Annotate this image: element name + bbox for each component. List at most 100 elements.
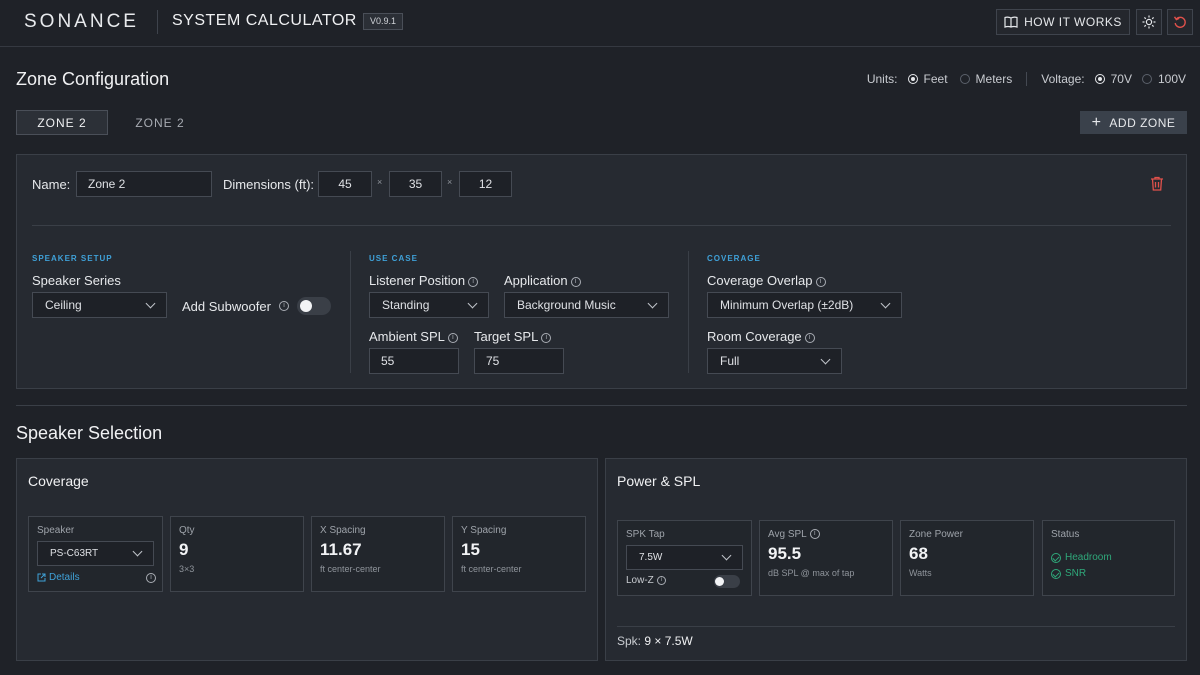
tab-zone-inactive[interactable]: ZONE 2: [120, 110, 200, 135]
delete-zone-button[interactable]: [1150, 176, 1164, 194]
top-bar: SONANCE SYSTEM CALCULATOR V0.9.1 HOW IT …: [0, 0, 1200, 47]
room-coverage-select[interactable]: Full: [707, 348, 842, 374]
coverage-card-title: Coverage: [28, 473, 89, 489]
dimensions-label: Dimensions (ft):: [223, 177, 315, 192]
coverage-overlap-value: Minimum Overlap (±2dB): [720, 298, 854, 312]
units-meters-radio[interactable]: [959, 74, 970, 84]
target-spl-input[interactable]: 75: [474, 348, 564, 374]
spk-summary-label: Spk:: [617, 634, 642, 648]
coverage-overlap-select[interactable]: Minimum Overlap (±2dB): [707, 292, 902, 318]
brand-logo: SONANCE: [24, 11, 139, 32]
how-it-works-label: HOW IT WORKS: [1024, 15, 1122, 29]
power-card-title: Power & SPL: [617, 473, 701, 489]
info-icon[interactable]: i: [447, 332, 458, 343]
info-icon[interactable]: i: [146, 573, 156, 583]
status-headroom-text: Headroom: [1065, 552, 1112, 563]
details-link[interactable]: Details: [37, 572, 80, 583]
coverage-overlap-text: Coverage Overlap: [707, 273, 813, 288]
add-subwoofer-label: Add Subwoofer: [182, 299, 271, 314]
power-card-divider: [617, 626, 1175, 627]
units-label: Units:: [866, 72, 898, 86]
section-divider: [350, 251, 351, 373]
tab-zone-active[interactable]: ZONE 2: [16, 110, 108, 135]
listener-position-select[interactable]: Standing: [369, 292, 489, 318]
reset-button[interactable]: [1167, 9, 1193, 35]
reset-icon: [1173, 16, 1186, 28]
info-icon[interactable]: i: [815, 276, 826, 287]
plus-icon: +: [1091, 113, 1102, 131]
qty-sub: 3×3: [179, 564, 195, 574]
check-circle-icon: [1051, 568, 1061, 579]
how-it-works-button[interactable]: HOW IT WORKS: [996, 9, 1130, 35]
status-snr-text: SNR: [1065, 568, 1087, 579]
qty-value: 9: [179, 540, 189, 559]
section-divider: [688, 251, 689, 373]
dim-separator: ×: [447, 177, 453, 187]
info-icon[interactable]: i: [804, 332, 815, 343]
ambient-spl-input[interactable]: 55: [369, 348, 459, 374]
qty-label: Qty: [179, 525, 195, 536]
zone-power-value: 68: [909, 544, 928, 563]
voltage-100v-radio[interactable]: [1141, 74, 1152, 84]
application-value: Background Music: [517, 298, 616, 312]
zone-name-input[interactable]: Zone 2: [76, 171, 212, 197]
spk-tap-value: 7.5W: [639, 552, 663, 563]
add-zone-button[interactable]: + ADD ZONE: [1080, 111, 1187, 134]
add-subwoofer-toggle[interactable]: [297, 297, 331, 315]
spk-summary-value: 9 × 7.5W: [644, 634, 693, 648]
status-label: Status: [1051, 529, 1080, 540]
speaker-series-select[interactable]: Ceiling: [32, 292, 167, 318]
spk-tap-tile: SPK Tap 7.5W Low-Z i: [617, 520, 752, 596]
avg-spl-tile: Avg SPL i 95.5 dB SPL @ max of tap: [759, 520, 893, 596]
low-z-label: Low-Z i: [626, 575, 666, 586]
low-z-text: Low-Z: [626, 575, 654, 586]
coverage-card: Coverage Speaker PS-C63RT Details i Qty …: [16, 458, 598, 661]
qty-tile: Qty 9 3×3: [170, 516, 304, 592]
listener-position-label: Listener Position i: [369, 273, 479, 288]
low-z-toggle[interactable]: [714, 575, 740, 588]
avg-spl-label: Avg SPL i: [768, 529, 820, 540]
voltage-70v-label: 70V: [1110, 72, 1132, 86]
target-spl-text: Target SPL: [474, 329, 539, 344]
x-spacing-label: X Spacing: [320, 525, 366, 536]
name-label: Name:: [32, 177, 71, 192]
spk-tap-select[interactable]: 7.5W: [626, 545, 743, 570]
info-icon[interactable]: i: [468, 276, 479, 287]
header-divider: [157, 10, 158, 34]
dimension-width-input[interactable]: 35: [389, 171, 442, 197]
dimension-height-input[interactable]: 12: [459, 171, 512, 197]
book-icon: [1004, 16, 1018, 28]
ambient-spl-label: Ambient SPL i: [369, 329, 458, 344]
units-divider: [1026, 72, 1028, 86]
y-spacing-tile: Y Spacing 15 ft center-center: [452, 516, 586, 592]
speaker-tile: Speaker PS-C63RT Details i: [28, 516, 163, 592]
chevron-down-icon: [132, 546, 143, 557]
add-zone-label: ADD ZONE: [1109, 115, 1176, 130]
status-tile: Status Headroom SNR: [1042, 520, 1175, 596]
application-label: Application i: [504, 273, 581, 288]
speaker-series-value: Ceiling: [45, 298, 82, 312]
info-icon[interactable]: i: [570, 276, 581, 287]
speaker-model-select[interactable]: PS-C63RT: [37, 541, 154, 566]
status-headroom: Headroom: [1051, 552, 1112, 563]
info-icon[interactable]: i: [541, 332, 552, 343]
units-feet-radio[interactable]: [907, 74, 918, 84]
info-icon[interactable]: i: [656, 575, 666, 585]
speaker-label: Speaker: [37, 525, 75, 536]
x-spacing-tile: X Spacing 11.67 ft center-center: [311, 516, 445, 592]
info-icon[interactable]: i: [809, 529, 820, 540]
theme-toggle-button[interactable]: [1136, 9, 1162, 35]
voltage-100v-label: 100V: [1157, 72, 1186, 86]
x-spacing-value: 11.67: [320, 540, 362, 559]
chevron-down-icon: [647, 298, 658, 308]
spk-tap-label: SPK Tap: [626, 529, 665, 540]
voltage-70v-radio[interactable]: [1094, 74, 1105, 84]
room-coverage-text: Room Coverage: [707, 329, 802, 344]
chevron-down-icon: [467, 298, 478, 308]
application-select[interactable]: Background Music: [504, 292, 669, 318]
info-icon[interactable]: i: [279, 301, 289, 311]
speaker-selection-title: Speaker Selection: [16, 423, 163, 443]
zone-power-tile: Zone Power 68 Watts: [900, 520, 1034, 596]
dimension-length-input[interactable]: 45: [318, 171, 372, 197]
y-spacing-value: 15: [461, 540, 480, 559]
